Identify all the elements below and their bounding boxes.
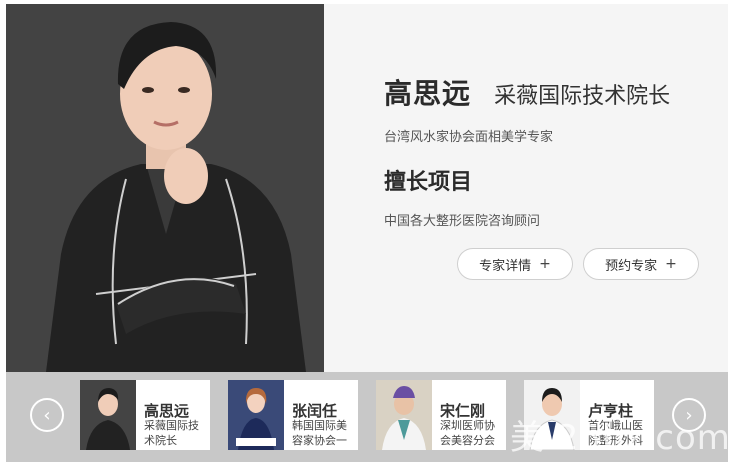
plus-icon: + xyxy=(539,256,551,272)
expert-title: 采薇国际技术院长 xyxy=(494,84,671,109)
expert-thumbnail xyxy=(80,380,136,450)
expert-name: 高思远 xyxy=(384,77,472,110)
expert-detail-label: 专家详情 xyxy=(479,258,532,274)
site-watermark: 美 25bz.com xyxy=(510,418,730,458)
expert-thumbnail xyxy=(228,380,284,450)
expert-name-row: 高思远 采薇国际技术院长 xyxy=(384,72,670,112)
expert-card-title: 采薇国际技术院长 xyxy=(144,419,199,447)
expert-card-title: 韩国国际美容家协会一 xyxy=(292,419,347,447)
book-expert-label: 预约专家 xyxy=(605,258,658,274)
expert-card[interactable]: 高思远 采薇国际技术院长 xyxy=(80,380,210,450)
expert-subtitle: 台湾风水家协会面相美学专家 xyxy=(384,130,554,145)
expert-thumbnail xyxy=(376,380,432,450)
expert-portrait-illustration xyxy=(6,4,324,372)
expert-detail-button[interactable]: 专家详情 + xyxy=(457,248,573,280)
expert-card[interactable]: 宋仁刚 深圳医师协会美容分会 xyxy=(376,380,506,450)
book-expert-button[interactable]: 预约专家 + xyxy=(583,248,699,280)
expert-photo xyxy=(6,4,324,372)
plus-icon: + xyxy=(665,256,677,272)
expert-hero: 高思远 采薇国际技术院长 台湾风水家协会面相美学专家 擅长项目 中国各大整形医院… xyxy=(6,4,728,372)
expert-card-title: 深圳医师协会美容分会 xyxy=(440,419,495,447)
chevron-left-icon[interactable]: ‹ xyxy=(30,398,64,432)
expert-card[interactable]: 张闰任 韩国国际美容家协会一 xyxy=(228,380,358,450)
specialty-description: 中国各大整形医院咨询顾问 xyxy=(384,214,541,229)
specialty-heading: 擅长项目 xyxy=(384,170,473,195)
